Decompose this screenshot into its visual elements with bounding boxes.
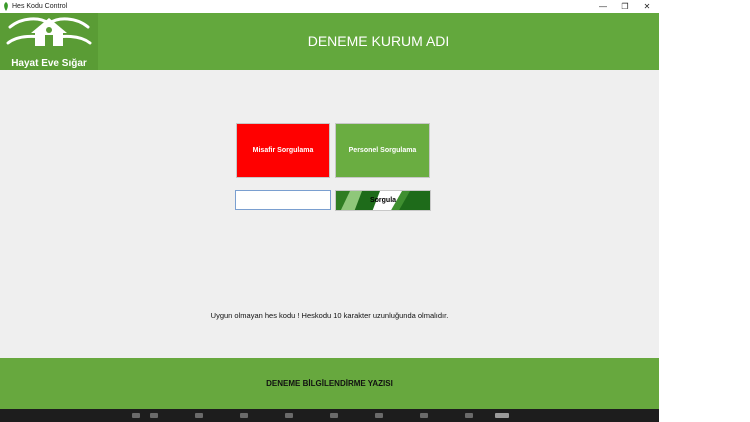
taskbar-icon[interactable]	[330, 413, 338, 418]
taskbar-icon[interactable]	[465, 413, 473, 418]
close-icon[interactable]: ✕	[636, 0, 658, 13]
house-hands-icon	[6, 17, 92, 46]
hes-code-input[interactable]	[235, 190, 331, 210]
os-taskbar	[0, 409, 659, 422]
taskbar-icon[interactable]	[240, 413, 248, 418]
app-window: Hayat Eve Sığar DENEME KURUM ADI Misafir…	[0, 13, 659, 409]
window-titlebar: Hes Kodu Control — ❐ ✕	[0, 0, 659, 13]
logo: Hayat Eve Sığar	[0, 13, 98, 70]
organization-name: DENEME KURUM ADI	[307, 33, 450, 49]
app-leaf-icon	[4, 2, 8, 11]
footer-bar: DENEME BİLGİLENDİRME YAZISI	[0, 358, 659, 409]
taskbar-icon[interactable]	[195, 413, 203, 418]
taskbar-icon[interactable]	[132, 413, 140, 418]
taskbar-icon[interactable]	[285, 413, 293, 418]
window-title: Hes Kodu Control	[12, 3, 68, 10]
taskbar-icon[interactable]	[375, 413, 383, 418]
taskbar-icon[interactable]	[150, 413, 158, 418]
footer-info-text: DENEME BİLGİLENDİRME YAZISI	[266, 379, 393, 388]
minimize-icon[interactable]: —	[592, 0, 614, 13]
taskbar-icon[interactable]	[420, 413, 428, 418]
validation-message: Uygun olmayan hes kodu ! Heskodu 10 kara…	[210, 311, 449, 320]
query-button[interactable]: Sorgula	[335, 190, 431, 211]
logo-text: Hayat Eve Sığar	[11, 58, 87, 69]
maximize-icon[interactable]: ❐	[614, 0, 636, 13]
guest-query-button[interactable]: Misafir Sorgulama	[236, 123, 330, 178]
staff-query-button[interactable]: Personel Sorgulama	[335, 123, 430, 178]
query-button-label: Sorgula	[369, 197, 397, 204]
taskbar-active-app-icon[interactable]	[495, 413, 509, 418]
header-bar: Hayat Eve Sığar DENEME KURUM ADI	[0, 13, 659, 70]
